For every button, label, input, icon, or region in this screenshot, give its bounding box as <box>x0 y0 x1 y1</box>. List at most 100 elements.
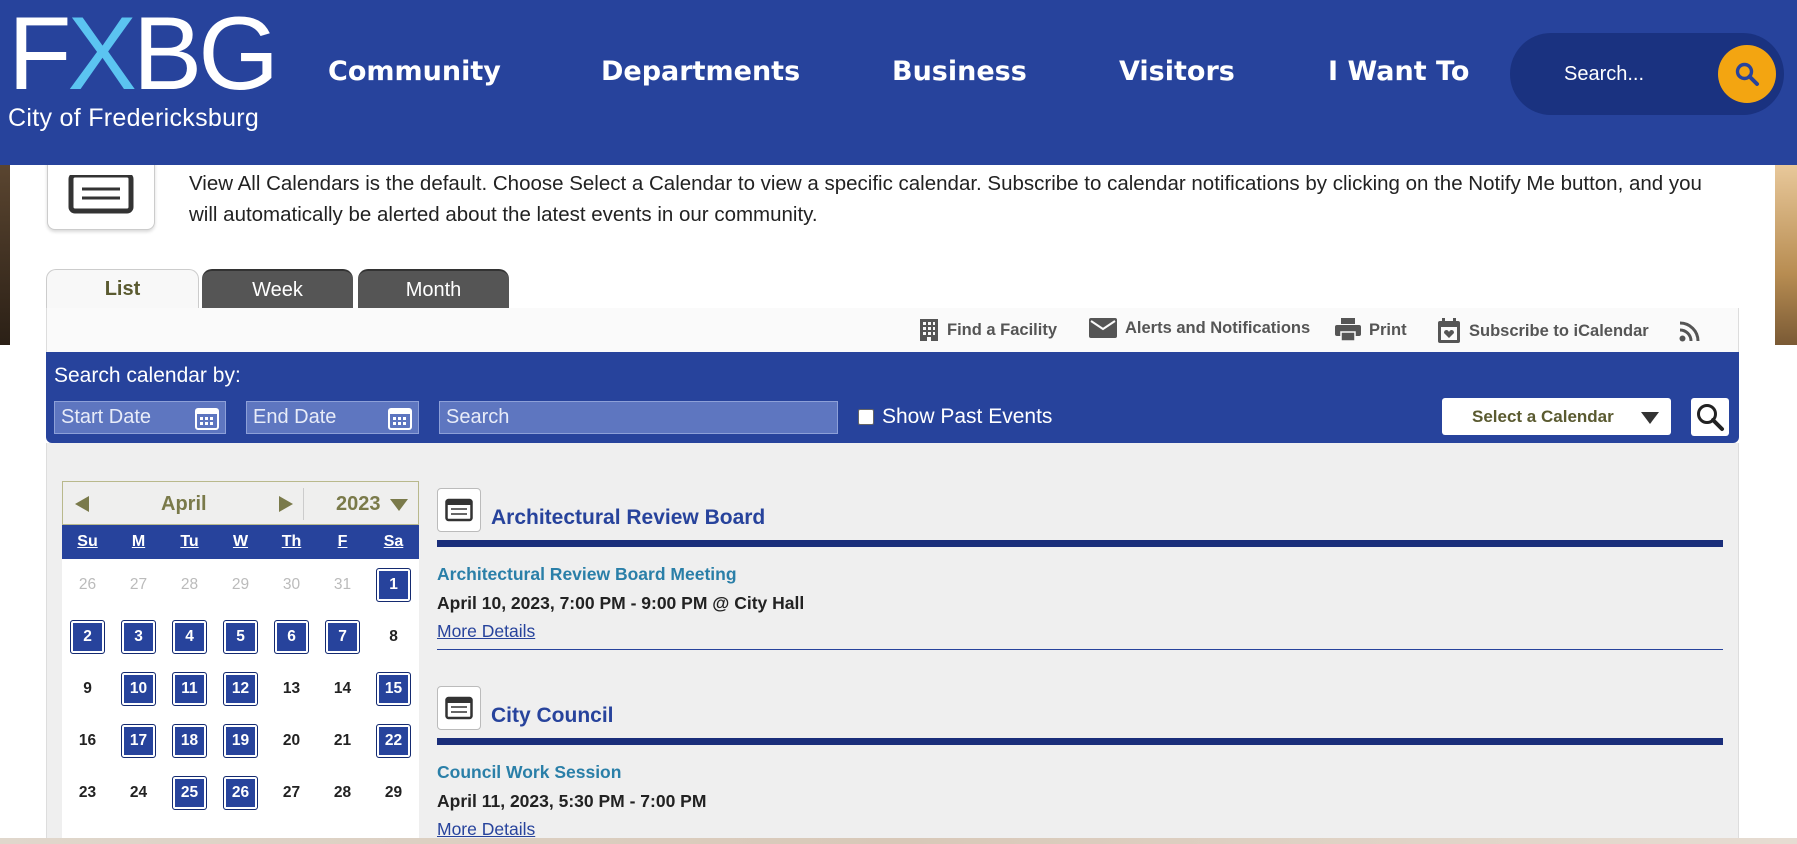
calendar-day-with-events[interactable]: 15 <box>376 672 411 706</box>
calendar-day-with-events[interactable]: 1 <box>376 568 411 602</box>
calendar-day-with-events[interactable]: 18 <box>172 724 207 758</box>
calendar-day[interactable]: 11 <box>164 663 215 715</box>
nav-community[interactable]: Community <box>328 56 501 87</box>
calendar-day[interactable]: 1 <box>368 559 419 611</box>
calendar-search-input[interactable]: Search <box>439 401 838 434</box>
site-search-button[interactable] <box>1718 45 1776 103</box>
date-picker-icon[interactable] <box>195 406 219 430</box>
city-logo[interactable]: FXBG City of Fredericksburg <box>8 2 279 138</box>
calendar-day[interactable]: 19 <box>215 715 266 767</box>
calendar-day[interactable]: 25 <box>164 767 215 819</box>
calendar-day: 9 <box>83 680 92 697</box>
heading-divider <box>437 738 1723 745</box>
calendar-toolbar: Find a Facility Alerts and Notifications… <box>46 308 1739 352</box>
calendar-day: 16 <box>78 732 97 749</box>
calendar-day: 27 <box>282 784 301 801</box>
show-past-events-label: Show Past Events <box>882 405 1053 428</box>
calendar-day-with-events[interactable]: 3 <box>121 620 156 654</box>
calendar-day[interactable]: 18 <box>164 715 215 767</box>
more-details-link[interactable]: More Details <box>437 819 535 840</box>
calendar-day[interactable]: 12 <box>215 663 266 715</box>
start-date-placeholder: Start Date <box>61 406 152 428</box>
calendar-day: 27 <box>129 576 148 593</box>
date-picker-icon[interactable] <box>388 406 412 430</box>
calendar-day-with-events[interactable]: 25 <box>172 776 207 810</box>
rss-feed-link[interactable] <box>1679 320 1709 342</box>
calendar-day[interactable]: 5 <box>215 611 266 663</box>
calendar-day-with-events[interactable]: 17 <box>121 724 156 758</box>
select-calendar-dropdown[interactable]: Select a Calendar <box>1442 398 1671 435</box>
show-past-events-toggle[interactable]: Show Past Events <box>858 405 1052 429</box>
previous-month-arrow-icon[interactable] <box>75 496 89 512</box>
more-details-link[interactable]: More Details <box>437 621 535 642</box>
mini-calendar-year[interactable]: 2023 <box>336 493 381 516</box>
search-icon <box>1735 62 1759 86</box>
calendar-day-with-events[interactable]: 22 <box>376 724 411 758</box>
nav-visitors[interactable]: Visitors <box>1119 56 1235 87</box>
calendar-day[interactable]: 22 <box>368 715 419 767</box>
calendar-day-with-events[interactable]: 6 <box>274 620 309 654</box>
calendar-day-with-events[interactable]: 26 <box>223 776 258 810</box>
calendar-day[interactable]: 6 <box>266 611 317 663</box>
calendar-day[interactable]: 2 <box>62 611 113 663</box>
calendar-search-button[interactable] <box>1691 398 1729 436</box>
calendar-day-with-events[interactable]: 10 <box>121 672 156 706</box>
find-facility-link[interactable]: Find a Facility <box>919 318 1057 342</box>
event-group-header: Architectural Review Board <box>437 482 1723 532</box>
calendar-day-with-events[interactable]: 5 <box>223 620 258 654</box>
day-of-week: Sa <box>383 533 404 550</box>
mini-calendar: April 2023 Su M Tu W Th F Sa 26 27 28 29 30 3… <box>62 481 419 844</box>
calendar-day-with-events[interactable]: 2 <box>70 620 105 654</box>
search-icon <box>1697 404 1724 431</box>
calendar-day[interactable]: 10 <box>113 663 164 715</box>
subscribe-icalendar-link[interactable]: Subscribe to iCalendar <box>1437 318 1649 344</box>
calendar-day: 24 <box>129 784 148 801</box>
end-date-field[interactable]: End Date <box>246 401 419 434</box>
calendar-day-with-events[interactable]: 11 <box>172 672 207 706</box>
event-date: April 10, 2023, 7:00 PM - 9:00 PM <box>437 593 708 613</box>
next-month-arrow-icon[interactable] <box>279 496 293 512</box>
calendar-day[interactable]: 7 <box>317 611 368 663</box>
print-link[interactable]: Print <box>1335 318 1407 342</box>
calendar-day: 8 <box>389 628 398 645</box>
year-dropdown-arrow-icon[interactable] <box>390 499 408 511</box>
calendar-day[interactable]: 26 <box>215 767 266 819</box>
calendar-day: 21 <box>333 732 352 749</box>
nav-i-want-to[interactable]: I Want To <box>1328 56 1469 87</box>
event-title-link[interactable]: Architectural Review Board Meeting <box>437 564 1723 585</box>
calendar-day[interactable]: 4 <box>164 611 215 663</box>
calendar-day: 28 <box>333 784 352 801</box>
show-past-events-checkbox[interactable] <box>858 409 874 425</box>
calendar-day-with-events[interactable]: 7 <box>325 620 360 654</box>
background-photo-left <box>0 165 10 345</box>
calendar-day-with-events[interactable]: 19 <box>223 724 258 758</box>
calendar-week-row: 23 24 25 26 27 28 29 <box>62 767 419 819</box>
envelope-icon <box>1089 318 1117 338</box>
tab-week[interactable]: Week <box>202 269 353 309</box>
day-of-week: W <box>232 533 249 550</box>
building-icon <box>920 319 938 341</box>
day-of-week: Th <box>281 533 302 550</box>
tab-list[interactable]: List <box>46 269 199 311</box>
nav-departments[interactable]: Departments <box>601 56 800 87</box>
calendar-intro-text: View All Calendars is the default. Choos… <box>189 172 1702 226</box>
calendar-day[interactable]: 3 <box>113 611 164 663</box>
calendar-day-with-events[interactable]: 4 <box>172 620 207 654</box>
event-group: City Council Council Work Session April … <box>437 680 1723 840</box>
calendar-day: 13 <box>282 680 301 697</box>
alerts-notifications-link[interactable]: Alerts and Notifications <box>1089 318 1310 338</box>
calendar-day: 30 <box>282 576 301 593</box>
start-date-field[interactable]: Start Date <box>54 401 226 434</box>
site-search-input[interactable]: Search... <box>1510 33 1784 115</box>
calendar-search-placeholder: Search <box>446 406 510 428</box>
event-title-link[interactable]: Council Work Session <box>437 762 1723 783</box>
calendar-day-with-events[interactable]: 12 <box>223 672 258 706</box>
calendar-day: 29 <box>231 576 250 593</box>
heading-divider <box>437 540 1723 547</box>
event-calendar-title: Architectural Review Board <box>491 506 766 529</box>
tab-month[interactable]: Month <box>358 269 509 309</box>
calendar-day[interactable]: 15 <box>368 663 419 715</box>
nav-business[interactable]: Business <box>892 56 1027 87</box>
calendar-week-row: 234567 8 <box>62 611 419 663</box>
calendar-day[interactable]: 17 <box>113 715 164 767</box>
